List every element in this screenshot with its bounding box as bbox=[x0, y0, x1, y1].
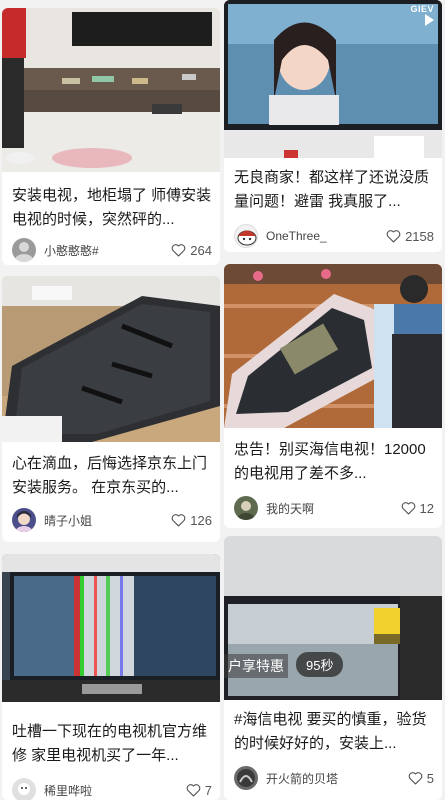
post-image[interactable] bbox=[2, 276, 220, 442]
post-title[interactable]: 吐槽一下现在的电视机官方维修 家里电视机买了一年... bbox=[12, 720, 212, 768]
heart-icon bbox=[386, 230, 401, 243]
post-title[interactable]: 无良商家！都这样了还说没质量问题！避雷 我真服了... bbox=[234, 166, 434, 214]
like-count: 264 bbox=[190, 242, 212, 258]
post-meta: OneThree_ 2158 bbox=[234, 222, 434, 250]
post-title[interactable]: #海信电视 要买的慎重，验货的时候好好的，安装上... bbox=[234, 708, 434, 756]
like-button[interactable]: 12 bbox=[401, 501, 434, 516]
like-count: 2158 bbox=[405, 228, 434, 244]
like-count: 126 bbox=[190, 512, 212, 528]
avatar[interactable] bbox=[234, 224, 258, 248]
post-card[interactable]: 忠告！别买海信电视！12000的电视用了差不多... 我的天啊 12 bbox=[224, 264, 442, 528]
post-title[interactable]: 安装电视，地柜塌了 师傅安装电视的时候，突然砰的... bbox=[12, 184, 212, 232]
heart-icon bbox=[408, 772, 423, 785]
avatar[interactable] bbox=[12, 778, 36, 800]
post-card[interactable]: 安装电视，地柜塌了 师傅安装电视的时候，突然砰的... 小憨憨憨# 264 bbox=[2, 8, 220, 265]
post-card[interactable]: 吐槽一下现在的电视机官方维修 家里电视机买了一年... 稀里哗啦 7 bbox=[2, 554, 220, 800]
heart-icon bbox=[401, 502, 415, 515]
avatar[interactable] bbox=[12, 508, 36, 532]
post-card[interactable]: 心在滴血，后悔选择京东上门安装服务。 在京东买的... 晴子小姐 126 bbox=[2, 276, 220, 542]
countdown-timer: 95秒 bbox=[296, 652, 344, 677]
post-title[interactable]: 忠告！别买海信电视！12000的电视用了差不多... bbox=[234, 438, 434, 486]
post-meta: 开火箭的贝塔 5 bbox=[234, 764, 434, 792]
author-name[interactable]: 小憨憨憨# bbox=[44, 242, 171, 259]
post-meta: 小憨憨憨# 264 bbox=[12, 236, 212, 264]
like-button[interactable]: 5 bbox=[408, 771, 434, 786]
heart-icon bbox=[171, 514, 186, 527]
avatar[interactable] bbox=[12, 238, 36, 262]
promo-label: 户享特惠 bbox=[224, 654, 288, 678]
heart-icon bbox=[186, 784, 201, 797]
post-meta: 晴子小姐 126 bbox=[12, 506, 212, 534]
like-count: 5 bbox=[426, 770, 434, 786]
heart-icon bbox=[171, 244, 186, 257]
like-button[interactable]: 264 bbox=[171, 243, 212, 258]
like-count: 12 bbox=[419, 500, 434, 516]
tv-logo: GIEV bbox=[410, 4, 434, 14]
post-meta: 稀里哗啦 7 bbox=[12, 776, 212, 800]
post-card[interactable]: GIEV 无良商家！都这样了还说没质量问题！避雷 我真服了... OneThre… bbox=[224, 0, 442, 252]
like-button[interactable]: 7 bbox=[186, 783, 212, 798]
author-name[interactable]: 晴子小姐 bbox=[44, 512, 171, 529]
post-image[interactable] bbox=[2, 8, 220, 172]
play-icon[interactable] bbox=[425, 14, 434, 26]
post-title[interactable]: 心在滴血，后悔选择京东上门安装服务。 在京东买的... bbox=[12, 452, 212, 500]
post-image[interactable]: 户享特惠 95秒 bbox=[224, 536, 442, 700]
post-image[interactable] bbox=[224, 264, 442, 428]
post-meta: 我的天啊 12 bbox=[234, 494, 434, 522]
author-name[interactable]: 稀里哗啦 bbox=[44, 782, 186, 799]
post-image[interactable]: GIEV bbox=[224, 0, 442, 158]
author-name[interactable]: 开火箭的贝塔 bbox=[266, 770, 408, 787]
author-name[interactable]: 我的天啊 bbox=[266, 500, 401, 517]
like-button[interactable]: 126 bbox=[171, 513, 212, 528]
avatar[interactable] bbox=[234, 496, 258, 520]
author-name[interactable]: OneThree_ bbox=[266, 229, 386, 243]
post-card[interactable]: 户享特惠 95秒 #海信电视 要买的慎重，验货的时候好好的，安装上... 开火箭… bbox=[224, 536, 442, 800]
avatar[interactable] bbox=[234, 766, 258, 790]
post-image[interactable] bbox=[2, 554, 220, 702]
like-button[interactable]: 2158 bbox=[386, 229, 434, 244]
like-count: 7 bbox=[204, 782, 212, 798]
